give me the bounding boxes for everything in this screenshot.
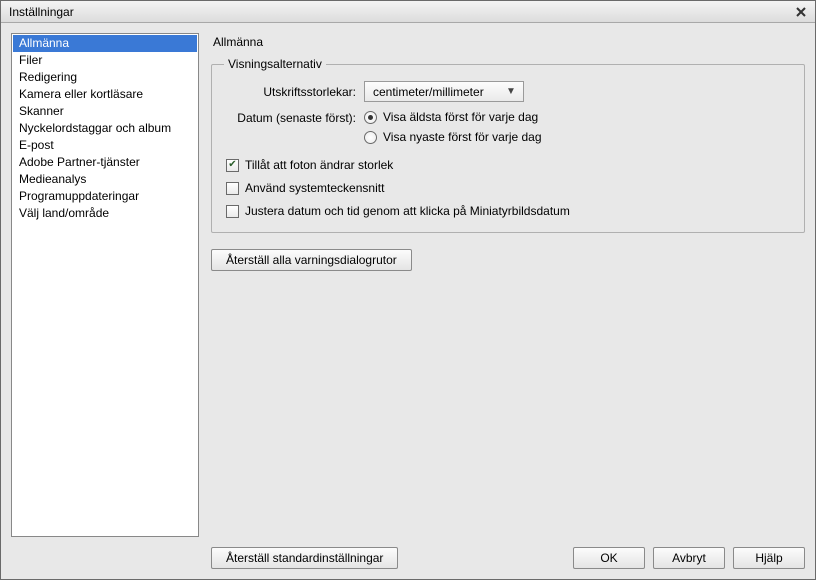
radio-oldest-first[interactable]: Visa äldsta först för varje dag <box>364 110 542 124</box>
print-sizes-value: centimeter/millimeter <box>373 85 503 99</box>
checkbox-adjust-date[interactable]: Justera datum och tid genom att klicka p… <box>226 204 792 218</box>
sidebar-item-editing[interactable]: Redigering <box>13 69 197 86</box>
checkbox-system-fonts[interactable]: Använd systemteckensnitt <box>226 181 792 195</box>
radio-label: Visa nyaste först för varje dag <box>383 130 542 144</box>
ok-button[interactable]: OK <box>573 547 645 569</box>
settings-window: Inställningar Allmänna Filer Redigering … <box>0 0 816 580</box>
checkbox-icon <box>226 159 239 172</box>
radio-icon <box>364 131 377 144</box>
category-sidebar: Allmänna Filer Redigering Kamera eller k… <box>11 33 199 537</box>
checkbox-label: Justera datum och tid genom att klicka p… <box>245 204 570 218</box>
sidebar-item-camera[interactable]: Kamera eller kortläsare <box>13 86 197 103</box>
titlebar: Inställningar <box>1 1 815 23</box>
display-options-group: Visningsalternativ Utskriftsstorlekar: c… <box>211 57 805 233</box>
cancel-button[interactable]: Avbryt <box>653 547 725 569</box>
sidebar-item-updates[interactable]: Programuppdateringar <box>13 188 197 205</box>
sidebar-item-files[interactable]: Filer <box>13 52 197 69</box>
sidebar-item-media-analysis[interactable]: Medieanalys <box>13 171 197 188</box>
reset-warnings-button[interactable]: Återställ alla varningsdialogrutor <box>211 249 412 271</box>
sidebar-item-general[interactable]: Allmänna <box>13 35 197 52</box>
group-title: Visningsalternativ <box>224 57 326 71</box>
date-order-label: Datum (senaste först): <box>224 110 364 125</box>
checkbox-label: Tillåt att foton ändrar storlek <box>245 158 393 172</box>
close-icon <box>796 7 806 17</box>
checkbox-label: Använd systemteckensnitt <box>245 181 384 195</box>
print-sizes-dropdown[interactable]: centimeter/millimeter ▼ <box>364 81 524 102</box>
radio-newest-first[interactable]: Visa nyaste först för varje dag <box>364 130 542 144</box>
chevron-down-icon: ▼ <box>503 86 519 97</box>
sidebar-item-scanner[interactable]: Skanner <box>13 103 197 120</box>
help-button[interactable]: Hjälp <box>733 547 805 569</box>
restore-defaults-button[interactable]: Återställ standardinställningar <box>211 547 398 569</box>
checkbox-allow-resize[interactable]: Tillåt att foton ändrar storlek <box>226 158 792 172</box>
checkbox-icon <box>226 205 239 218</box>
panel-title: Allmänna <box>213 35 805 49</box>
sidebar-item-email[interactable]: E-post <box>13 137 197 154</box>
radio-label: Visa äldsta först för varje dag <box>383 110 538 124</box>
sidebar-item-country[interactable]: Välj land/område <box>13 205 197 222</box>
sidebar-item-partner[interactable]: Adobe Partner-tjänster <box>13 154 197 171</box>
close-button[interactable] <box>791 4 811 20</box>
print-sizes-label: Utskriftsstorlekar: <box>224 85 364 99</box>
radio-icon <box>364 111 377 124</box>
dialog-footer: Återställ standardinställningar OK Avbry… <box>11 547 805 569</box>
sidebar-item-keywords[interactable]: Nyckelordstaggar och album <box>13 120 197 137</box>
checkbox-icon <box>226 182 239 195</box>
window-title: Inställningar <box>9 5 791 19</box>
panel-general: Allmänna Visningsalternativ Utskriftssto… <box>211 33 805 537</box>
